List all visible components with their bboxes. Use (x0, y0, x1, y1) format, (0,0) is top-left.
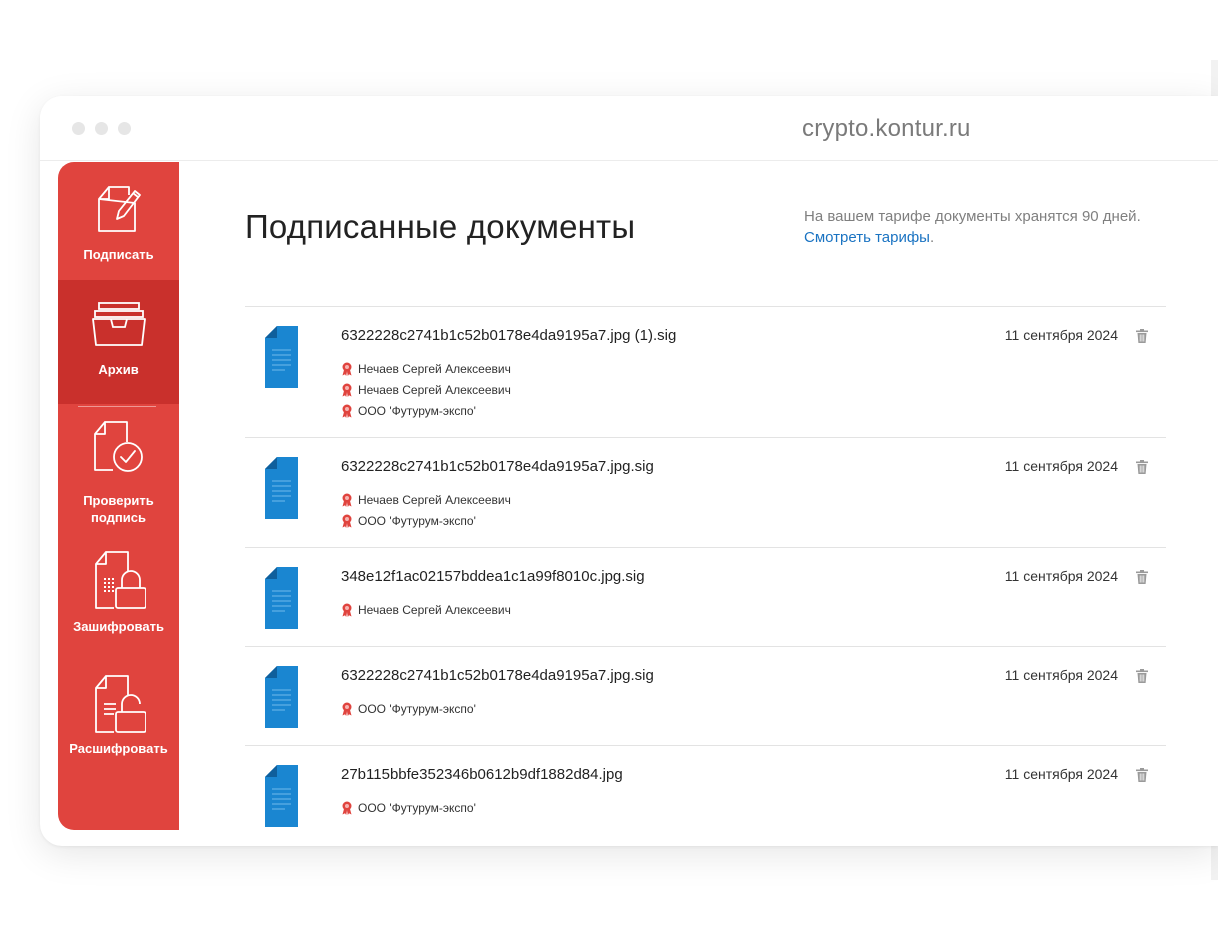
document-icon (265, 567, 298, 629)
document-icon (265, 457, 298, 519)
seal-icon (342, 801, 352, 815)
signer-item: Нечаев Сергей Алексеевич (341, 379, 511, 400)
signer-name: ООО 'Футурум-экспо' (358, 800, 476, 815)
signer-name: ООО 'Футурум-экспо' (358, 403, 476, 418)
document-row[interactable]: 6322228c2741b1c52b0178e4da9195a7.jpg (1)… (245, 306, 1166, 438)
sidebar-item-verify[interactable]: Проверить подпись (58, 412, 179, 542)
sidebar-item-decrypt[interactable]: Расшифровать (58, 674, 179, 794)
seal-icon (342, 493, 352, 507)
decrypt-lock-icon (94, 675, 146, 733)
main-content: Подписанные документы На вашем тарифе до… (179, 162, 1218, 830)
sidebar-item-label: Расшифровать (69, 741, 168, 756)
document-icon (265, 765, 298, 827)
signer-item: Нечаев Сергей Алексеевич (341, 489, 511, 510)
seal-icon (342, 603, 352, 617)
signer-name: Нечаев Сергей Алексеевич (358, 382, 511, 397)
document-row[interactable]: 6322228c2741b1c52b0178e4da9195a7.jpg.sig… (245, 437, 1166, 548)
sidebar-item-encrypt[interactable]: Зашифровать (58, 550, 179, 662)
signer-item: Нечаев Сергей Алексеевич (341, 599, 511, 620)
signer-name: Нечаев Сергей Алексеевич (358, 602, 511, 617)
tariff-note: На вашем тарифе документы хранятся 90 дн… (804, 206, 1141, 248)
trash-icon[interactable] (1136, 768, 1148, 782)
signer-name: ООО 'Футурум-экспо' (358, 513, 476, 528)
document-signers: Нечаев Сергей Алексеевич Нечаев Сергей А… (341, 358, 511, 421)
browser-titlebar: crypto.kontur.ru (40, 96, 1218, 161)
document-name[interactable]: 6322228c2741b1c52b0178e4da9195a7.jpg (1)… (341, 327, 676, 344)
seal-icon (342, 702, 352, 716)
document-date: 11 сентября 2024 (1004, 458, 1118, 474)
trash-icon[interactable] (1136, 570, 1148, 584)
sidebar: Подписать Архив Проверить подпись Зашифр… (58, 162, 179, 830)
signer-item: Нечаев Сергей Алексеевич (341, 358, 511, 379)
document-name[interactable]: 27b115bbfe352346b0612b9df1882d84.jpg (341, 766, 623, 783)
sign-document-icon (97, 186, 141, 232)
seal-icon (342, 404, 352, 418)
verify-signature-icon (93, 421, 143, 472)
seal-icon (342, 514, 352, 528)
signer-item: ООО 'Футурум-экспо' (341, 698, 476, 719)
document-icon (265, 326, 298, 388)
document-signers: ООО 'Футурум-экспо' (341, 698, 476, 719)
document-row[interactable]: 27b115bbfe352346b0612b9df1882d84.jpg ООО… (245, 745, 1166, 830)
window-controls (72, 122, 131, 135)
encrypt-lock-icon (94, 551, 146, 609)
document-row[interactable]: 6322228c2741b1c52b0178e4da9195a7.jpg.sig… (245, 646, 1166, 746)
seal-icon (342, 362, 352, 376)
document-name[interactable]: 6322228c2741b1c52b0178e4da9195a7.jpg.sig (341, 458, 654, 475)
document-row[interactable]: 348e12f1ac02157bddea1c1a99f8010c.jpg.sig… (245, 547, 1166, 647)
address-bar-url[interactable]: crypto.kontur.ru (802, 115, 971, 143)
document-date: 11 сентября 2024 (1004, 766, 1118, 782)
signer-item: ООО 'Футурум-экспо' (341, 400, 511, 421)
signer-item: ООО 'Футурум-экспо' (341, 797, 476, 818)
signer-item: ООО 'Футурум-экспо' (341, 510, 511, 531)
seal-icon (342, 383, 352, 397)
trash-icon[interactable] (1136, 669, 1148, 683)
sidebar-item-label: Зашифровать (73, 619, 164, 634)
document-date: 11 сентября 2024 (1004, 568, 1118, 584)
sidebar-item-archive[interactable]: Архив (58, 280, 179, 404)
signer-name: Нечаев Сергей Алексеевич (358, 492, 511, 507)
archive-icon (91, 302, 146, 346)
sidebar-item-sign[interactable]: Подписать (58, 162, 179, 280)
trash-icon[interactable] (1136, 329, 1148, 343)
document-date: 11 сентября 2024 (1004, 327, 1118, 343)
page-title: Подписанные документы (245, 208, 636, 245)
window-control-dot[interactable] (72, 122, 85, 135)
document-signers: Нечаев Сергей Алексеевич ООО 'Футурум-эк… (341, 489, 511, 531)
sidebar-item-label: Проверить подпись (83, 493, 154, 525)
document-date: 11 сентября 2024 (1004, 667, 1118, 683)
window-control-dot[interactable] (118, 122, 131, 135)
tariff-note-text: На вашем тарифе документы хранятся 90 дн… (804, 208, 1141, 225)
document-signers: Нечаев Сергей Алексеевич (341, 599, 511, 620)
document-name[interactable]: 348e12f1ac02157bddea1c1a99f8010c.jpg.sig (341, 568, 645, 585)
document-icon (265, 666, 298, 728)
signer-name: ООО 'Футурум-экспо' (358, 701, 476, 716)
window-control-dot[interactable] (95, 122, 108, 135)
document-name[interactable]: 6322228c2741b1c52b0178e4da9195a7.jpg.sig (341, 667, 654, 684)
sidebar-divider (78, 406, 156, 407)
sidebar-item-label: Архив (98, 362, 139, 377)
document-signers: ООО 'Футурум-экспо' (341, 797, 476, 818)
sidebar-item-label: Подписать (83, 247, 154, 262)
signer-name: Нечаев Сергей Алексеевич (358, 361, 511, 376)
tariff-link-suffix: . (929, 229, 935, 246)
view-tariffs-link[interactable]: Смотреть тарифы (804, 229, 930, 246)
browser-window: crypto.kontur.ru Подписать Архив Провери… (40, 96, 1218, 846)
page: crypto.kontur.ru Подписать Архив Провери… (0, 0, 1218, 942)
trash-icon[interactable] (1136, 460, 1148, 474)
